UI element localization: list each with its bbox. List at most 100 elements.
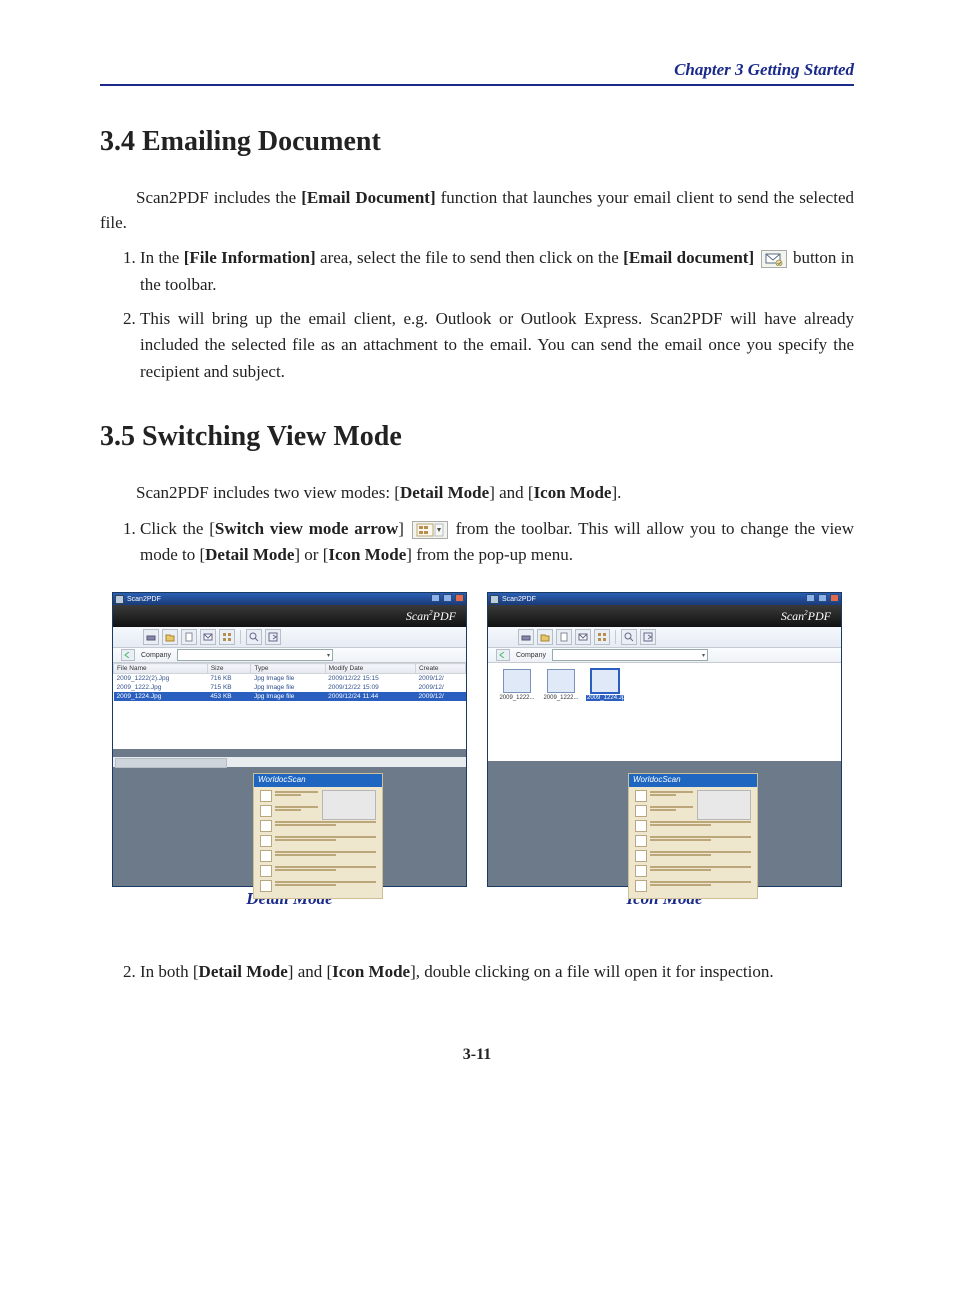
section-3-5-steps-cont: In both [Detail Mode] and [Icon Mode], d… (100, 959, 854, 985)
table-cell: 2009/12/ (415, 674, 465, 684)
app-icon (490, 595, 499, 604)
file-thumbnail[interactable]: 2009_1224.Jp (586, 669, 624, 701)
table-cell: 2009/12/24 11:44 (325, 692, 415, 701)
text: Scan (406, 609, 429, 623)
table-cell: 2009_1222.Jpg (114, 683, 208, 692)
toolbar (488, 627, 841, 648)
switch-view-mode-label: Switch view mode arrow (215, 519, 398, 538)
open-button[interactable] (162, 629, 178, 645)
new-doc-button[interactable] (181, 629, 197, 645)
text: Scan (781, 609, 804, 623)
back-button[interactable] (121, 649, 135, 661)
icon-mode-label: Icon Mode (332, 962, 410, 981)
table-row[interactable]: 2009_1222(2).Jpg716 KBJpg Image file2009… (114, 674, 466, 684)
email-button[interactable] (200, 629, 216, 645)
file-thumbnail[interactable]: 2009_1222... (498, 669, 536, 701)
email-document-label: [Email document] (623, 248, 754, 267)
table-cell: 2009/12/ (415, 683, 465, 692)
text: In the (140, 248, 184, 267)
column-header[interactable]: Modify Date (325, 664, 415, 674)
exit-button[interactable] (640, 629, 656, 645)
detail-mode-label: Detail Mode (205, 545, 294, 564)
separator-icon (615, 630, 616, 644)
search-button[interactable] (621, 629, 637, 645)
minimize-button[interactable] (431, 594, 440, 602)
preview-image (322, 790, 376, 820)
table-row[interactable]: 2009_1222.Jpg715 KBJpg Image file 2009/12… (114, 683, 466, 692)
table-cell: 2009_1222(2).Jpg (114, 674, 208, 684)
back-button[interactable] (496, 649, 510, 661)
close-button[interactable] (455, 594, 464, 602)
view-mode-button[interactable] (219, 629, 235, 645)
location-combo[interactable]: ▾ (552, 649, 708, 661)
view-mode-button[interactable] (594, 629, 610, 645)
column-header[interactable]: Size (207, 664, 251, 674)
email-document-label: [Email Document] (301, 188, 435, 207)
brand-text: Scan2PDF (781, 609, 831, 624)
icon-mode-label: Icon Mode (534, 483, 612, 502)
toolbar (113, 627, 466, 648)
table-row[interactable]: 2009_1224.Jpg453 KBJpg Image file2009/12… (114, 692, 466, 701)
chevron-down-icon: ▾ (702, 652, 705, 659)
search-button[interactable] (246, 629, 262, 645)
location-bar: Company ▾ (113, 648, 466, 663)
preview-title: WorldocScan (254, 774, 382, 786)
column-header[interactable]: Type (251, 664, 325, 674)
thumbnail-image (547, 669, 575, 693)
chapter-header: Chapter 3 Getting Started (100, 60, 854, 86)
scan-button[interactable] (518, 629, 534, 645)
app-window-detail: Scan2PDF Scan2PDF (112, 592, 467, 887)
titlebar: Scan2PDF (488, 593, 841, 605)
brand-text: Scan2PDF (406, 609, 456, 624)
column-header[interactable]: Create (415, 664, 465, 674)
page-number: 3-11 (100, 1046, 854, 1064)
thumbnail-label: 2009_1224.Jp (586, 695, 624, 701)
detail-mode-label: Detail Mode (199, 962, 288, 981)
location-combo[interactable]: ▾ (177, 649, 333, 661)
location-label: Company (516, 652, 546, 659)
text: In both [ (140, 962, 199, 981)
maximize-button[interactable] (818, 594, 827, 602)
thumbnail-label: 2009_1222... (498, 695, 536, 701)
file-thumbnail[interactable]: 2009_1222... (542, 669, 580, 701)
table-cell: 2009_1224.Jpg (114, 692, 208, 701)
text: ] (398, 519, 410, 538)
app-title: Scan2PDF (502, 596, 536, 603)
column-header[interactable]: File Name (114, 664, 208, 674)
exit-button[interactable] (265, 629, 281, 645)
text: ]. (611, 483, 621, 502)
app-window-icon: Scan2PDF Scan2PDF (487, 592, 842, 887)
email-button[interactable] (575, 629, 591, 645)
open-button[interactable] (537, 629, 553, 645)
text: PDF (808, 609, 831, 623)
titlebar: Scan2PDF (113, 593, 466, 605)
file-list-detail: File NameSizeTypeModify DateCreate 2009_… (113, 663, 466, 749)
table-cell: Jpg Image file (251, 683, 325, 692)
file-list-icon: 2009_1222... 2009_1222... 2009_1224.Jp (488, 663, 841, 761)
minimize-button[interactable] (806, 594, 815, 602)
table-cell: Jpg Image file (251, 674, 325, 684)
table-cell: 2009/12/22 15:15 (325, 674, 415, 684)
scan-button[interactable] (143, 629, 159, 645)
text: Scan2PDF includes the (136, 188, 301, 207)
text: PDF (433, 609, 456, 623)
file-information-label: [File Information] (184, 248, 316, 267)
table-cell: 453 KB (207, 692, 251, 701)
chevron-down-icon: ▾ (327, 652, 330, 659)
text: ] or [ (294, 545, 328, 564)
screenshot-icon-mode: Scan2PDF Scan2PDF (487, 592, 842, 909)
h-scrollbar[interactable] (113, 757, 466, 767)
section-3-4-title: 3.4 Emailing Document (100, 126, 854, 158)
maximize-button[interactable] (443, 594, 452, 602)
close-button[interactable] (830, 594, 839, 602)
text: area, select the file to send then click… (316, 248, 624, 267)
screenshots-row: Scan2PDF Scan2PDF (100, 592, 854, 909)
switch-view-mode-icon (412, 521, 448, 539)
new-doc-button[interactable] (556, 629, 572, 645)
detail-mode-label: Detail Mode (400, 483, 489, 502)
text: ], double clicking on a file will open i… (410, 962, 774, 981)
table-cell: 715 KB (207, 683, 251, 692)
section-3-5-steps: Click the [Switch view mode arrow] from … (100, 516, 854, 569)
section-3-5-title: 3.5 Switching View Mode (100, 421, 854, 453)
text: Click the [ (140, 519, 215, 538)
